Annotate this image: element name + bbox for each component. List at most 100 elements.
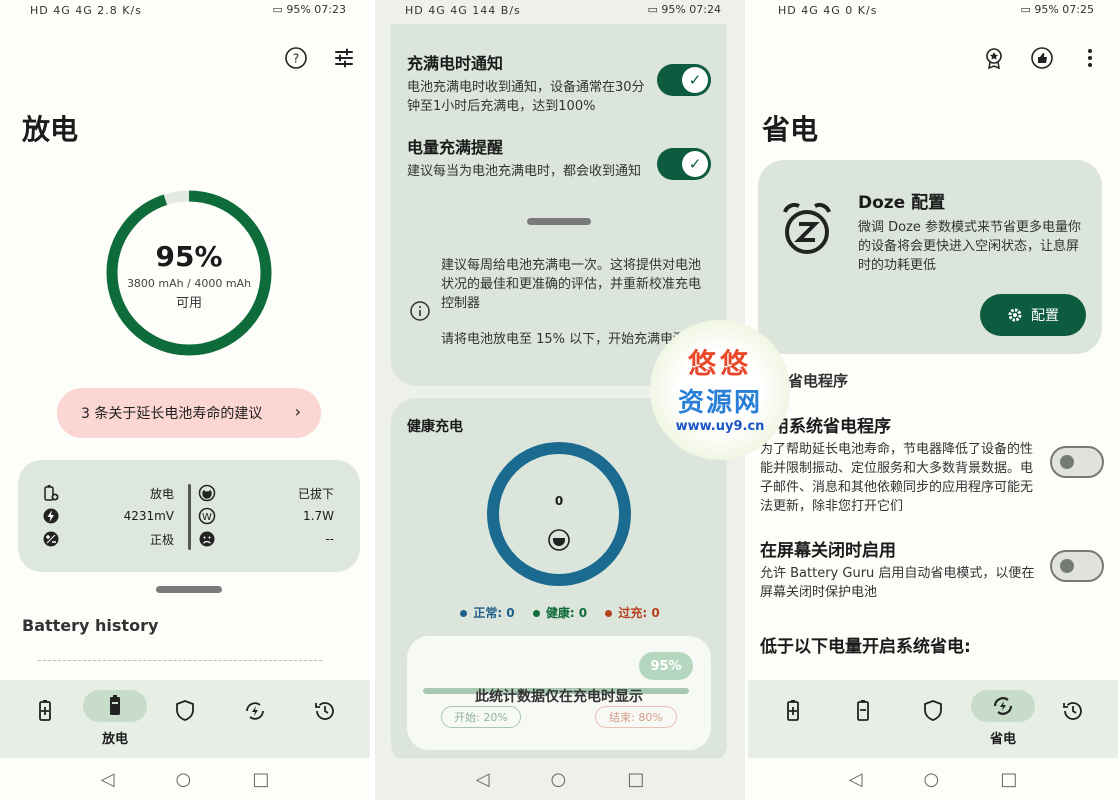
stat-power: 1.7W xyxy=(303,509,334,523)
nav-history[interactable] xyxy=(293,680,357,724)
home-icon[interactable]: ○ xyxy=(924,769,940,790)
recents-icon[interactable]: □ xyxy=(1000,769,1017,790)
system-saver-toggle[interactable] xyxy=(1050,446,1104,478)
health-ring xyxy=(487,442,631,586)
health-ring-circle xyxy=(487,442,631,586)
notify-full-title: 充满电时通知 xyxy=(407,54,504,73)
info-icon xyxy=(410,301,430,321)
health-ring-value: 0 xyxy=(554,494,564,508)
legend-dot xyxy=(605,610,613,617)
system-nav: ◁ ○ □ xyxy=(748,758,1118,800)
status-battery: 95% xyxy=(1034,3,1059,16)
plus-minus-icon xyxy=(43,531,59,547)
plug-icon xyxy=(198,484,216,502)
status-time: 07:23 xyxy=(314,3,346,16)
screen-off-desc: 允许 Battery Guru 启用自动省电模式，以便在屏幕关闭时保护电池 xyxy=(760,566,1035,600)
status-battery: 95% xyxy=(286,3,311,16)
sync-bolt-icon xyxy=(993,697,1013,715)
charge-reminder-toggle[interactable]: ✓ xyxy=(657,148,711,180)
top-actions xyxy=(982,46,1102,70)
svg-text:?: ? xyxy=(293,52,299,66)
battery-icon xyxy=(857,700,869,721)
watermark-line1: 悠悠 xyxy=(687,347,752,380)
info-text-1: 建议每周给电池充满电一次。这将提供对电池状况的最佳和更准确的评估，并重新校准充电… xyxy=(441,258,702,311)
battery-tips-button[interactable]: 3 条关于延长电池寿命的建议 › xyxy=(57,388,321,438)
system-saver-desc: 为了帮助延长电池寿命，节电器降低了设备的性能并限制振动、定位服务和大多数背景数据… xyxy=(760,442,1034,514)
doze-config-button[interactable]: 配置 xyxy=(980,294,1086,336)
thumbs-up-icon[interactable] xyxy=(1030,46,1054,70)
nav-saver[interactable] xyxy=(223,680,287,724)
shield-icon xyxy=(924,700,942,721)
battery-charging-icon xyxy=(39,700,51,721)
stat-plug: 已拔下 xyxy=(297,486,334,501)
home-icon[interactable]: ○ xyxy=(176,769,192,790)
status-bar: HD 4G 4G 144 B/s ▭ 95% 07:24 xyxy=(375,0,745,22)
chevron-right-icon: › xyxy=(294,402,301,421)
nav-history[interactable] xyxy=(1041,680,1105,724)
svg-text:W: W xyxy=(202,512,212,523)
tune-icon[interactable] xyxy=(332,46,356,70)
charging-plug-icon xyxy=(548,529,570,551)
legend-normal: 正常: 0 xyxy=(460,606,515,620)
battery-icon xyxy=(110,695,120,715)
back-icon[interactable]: ◁ xyxy=(101,769,115,790)
battery-percent: 95% xyxy=(155,240,223,273)
check-icon: ✓ xyxy=(682,151,708,177)
back-icon[interactable]: ◁ xyxy=(476,769,490,790)
home-icon[interactable]: ○ xyxy=(551,769,567,790)
battery-history-title: Battery history xyxy=(22,616,159,635)
battery-status-icon: ▭ xyxy=(647,3,662,16)
recents-icon[interactable]: □ xyxy=(627,769,644,790)
nav-health[interactable] xyxy=(153,680,217,724)
alarm-clock-icon xyxy=(783,202,831,254)
battery-available-label: 可用 xyxy=(175,296,202,311)
charge-reminder-title: 电量充满提醒 xyxy=(407,138,504,157)
status-time: 07:25 xyxy=(1062,3,1094,16)
doze-config-label: 配置 xyxy=(1031,308,1059,324)
stats-percent-badge: 95% xyxy=(639,652,693,680)
drag-handle[interactable] xyxy=(156,586,222,593)
back-icon[interactable]: ◁ xyxy=(849,769,863,790)
nav-health[interactable] xyxy=(901,680,965,724)
battery-charging-icon xyxy=(787,700,799,721)
screen-off-toggle[interactable] xyxy=(1050,550,1104,582)
stats-note: 此统计数据仅在充电时显示 xyxy=(475,689,643,705)
help-icon[interactable]: ? xyxy=(284,46,308,70)
badge-icon[interactable] xyxy=(982,46,1006,70)
watermark-line3: www.uy9.cn xyxy=(675,419,765,434)
status-signal-text: HD 4G 4G 2.8 K/s xyxy=(30,4,142,17)
history-divider xyxy=(38,660,322,661)
watermark-line2: 资源网 xyxy=(677,388,762,418)
recents-icon[interactable]: □ xyxy=(252,769,269,790)
stats-card: 放电 已拔下 4231mV W 1.7W 正极 -- xyxy=(18,460,360,572)
drag-handle[interactable] xyxy=(527,218,591,225)
status-signal-text: HD 4G 4G 144 B/s xyxy=(405,4,521,17)
battery-tips-label: 3 条关于延长电池寿命的建议 xyxy=(81,406,263,422)
notify-full-desc: 电池充满电时收到通知，设备通常在30分钟至1小时后充满电，达到100% xyxy=(407,80,645,114)
end-badge: 结束: 80% xyxy=(595,706,677,728)
page-title: 放电 xyxy=(22,113,79,146)
nav-saver[interactable]: 省电 xyxy=(971,680,1035,747)
screen-power-saving: HD 4G 4G 0 K/s ▭ 95% 07:25 省电 Doze 配置 微调… xyxy=(748,0,1118,800)
nav-discharge[interactable]: 放电 xyxy=(83,680,147,747)
history-icon xyxy=(315,702,334,720)
screen-off-title: 在屏幕关闭时启用 xyxy=(760,541,896,561)
stat-health: -- xyxy=(325,532,334,546)
nav-charge[interactable] xyxy=(761,680,825,724)
face-icon xyxy=(199,531,215,547)
stats-row: 放电 已拔下 xyxy=(18,482,360,504)
nav-discharge[interactable] xyxy=(831,680,895,724)
nav-charge[interactable] xyxy=(13,680,77,724)
legend-dot xyxy=(460,610,468,617)
battery-status-icon: ▭ xyxy=(272,3,287,16)
start-badge: 开始: 20% xyxy=(441,706,521,728)
screen-discharge: HD 4G 4G 2.8 K/s ▭ 95% 07:23 ? 放电 95% 38… xyxy=(0,0,370,800)
nav-saver-label: 省电 xyxy=(989,732,1016,747)
legend-overcharge: 过充: 0 xyxy=(605,606,660,620)
stats-row: 正极 -- xyxy=(18,528,360,550)
watermark: 悠悠 资源网 www.uy9.cn xyxy=(650,320,790,460)
bottom-navigation: 放电 xyxy=(0,680,370,758)
battery-plus-icon xyxy=(44,485,59,501)
more-vert-icon[interactable] xyxy=(1078,46,1102,70)
notify-full-toggle[interactable]: ✓ xyxy=(657,64,711,96)
